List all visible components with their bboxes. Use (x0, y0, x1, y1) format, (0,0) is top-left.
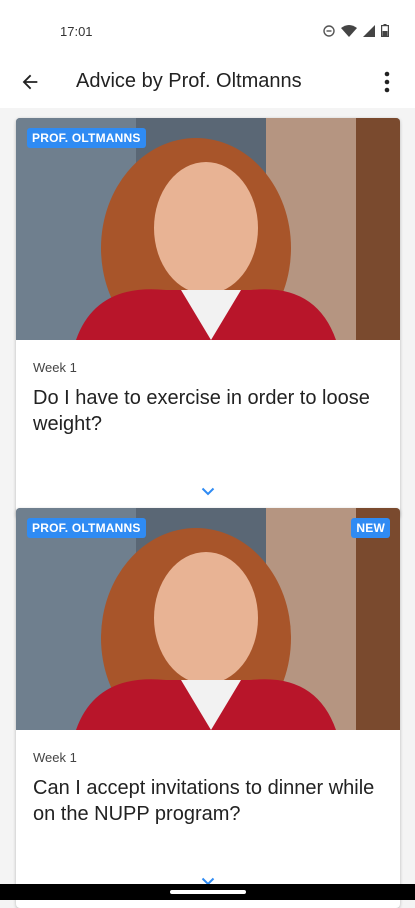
advice-card[interactable]: PROF. OLTMANNS NEW Week 1 Can I accept i… (16, 508, 400, 908)
author-badge: PROF. OLTMANNS (27, 128, 146, 148)
week-label: Week 1 (33, 750, 77, 765)
advice-card[interactable]: PROF. OLTMANNS Week 1 Do I have to exerc… (16, 118, 400, 518)
question-text: Do I have to exercise in order to loose … (33, 387, 370, 435)
status-icons (323, 24, 389, 37)
new-badge: NEW (351, 518, 390, 538)
dnd-icon (323, 24, 335, 37)
portrait-image (16, 118, 400, 340)
status-time: 17:01 (60, 24, 93, 39)
week-label: Week 1 (33, 360, 77, 375)
battery-icon (381, 24, 389, 37)
page-title: Advice by Prof. Oltmanns (76, 70, 302, 92)
back-button[interactable] (14, 66, 46, 98)
more-options-button[interactable] (373, 66, 401, 98)
card-image: PROF. OLTMANNS (16, 118, 400, 340)
card-body: Week 1 Do I have to exercise in order to… (16, 340, 400, 518)
more-vertical-icon (384, 71, 390, 93)
expand-button[interactable] (198, 484, 218, 498)
wifi-icon (341, 24, 357, 37)
signal-icon (363, 24, 375, 37)
author-badge: PROF. OLTMANNS (27, 518, 146, 538)
app-bar: Advice by Prof. Oltmanns (0, 56, 415, 108)
card-body: Week 1 Can I accept invitations to dinne… (16, 730, 400, 908)
question-text: Can I accept invitations to dinner while… (33, 777, 375, 825)
navigation-bar (0, 884, 415, 900)
chevron-down-icon (201, 487, 215, 495)
status-bar: 17:01 (0, 0, 415, 56)
home-indicator[interactable] (170, 890, 246, 894)
portrait-image (16, 508, 400, 730)
arrow-left-icon (22, 74, 38, 90)
card-image: PROF. OLTMANNS NEW (16, 508, 400, 730)
